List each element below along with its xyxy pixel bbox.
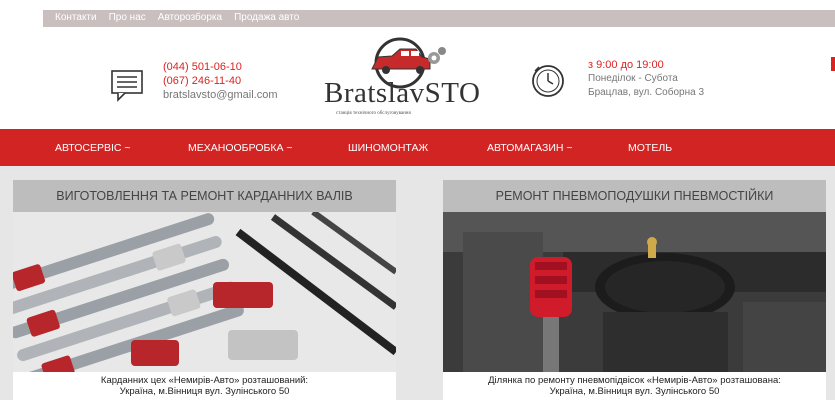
top-nav-contacts[interactable]: Контакти <box>55 12 97 23</box>
logo-tagline: станція технічного обслуговування <box>336 111 411 116</box>
top-nav: Контакти Про нас Авторозборка Продажа ав… <box>55 12 311 23</box>
hours-days: Понеділок - Субота <box>588 73 678 84</box>
driveshafts-image <box>13 212 396 372</box>
hours-time: з 9:00 до 19:00 <box>588 59 664 71</box>
nav-car-service[interactable]: АВТОСЕРВІС ~ <box>55 142 131 154</box>
service-card-driveshafts[interactable]: ВИГОТОВЛЕННЯ ТА РЕМОНТ КАРДАННИХ ВАЛІВ К… <box>13 180 396 400</box>
right-accent-tab[interactable] <box>831 57 835 71</box>
caption-line-1: Ділянка по ремонту пневмопідвісок «Немир… <box>488 375 781 386</box>
card-title[interactable]: РЕМОНТ ПНЕВМОПОДУШКИ ПНЕВМОСТІЙКИ <box>443 180 826 212</box>
phone-2[interactable]: (067) 246-11-40 <box>163 74 277 88</box>
top-nav-dismantling[interactable]: Авторозборка <box>158 12 222 23</box>
caption-line-2: Україна, м.Вінниця вул. Зулінського 50 <box>549 386 720 397</box>
clock-icon <box>532 65 564 97</box>
address: Брацлав, вул. Соборна 3 <box>588 87 705 98</box>
top-nav-about[interactable]: Про нас <box>109 12 146 23</box>
card-caption: Карданних цех «Немирів-Авто» розташовани… <box>13 372 396 397</box>
top-nav-car-sale[interactable]: Продажа авто <box>234 12 299 23</box>
nav-motel[interactable]: МОТЕЛЬ <box>628 142 672 154</box>
nav-auto-shop[interactable]: АВТОМАГАЗИН ~ <box>487 142 573 154</box>
working-hours: з 9:00 до 19:00 Понеділок - Субота Брацл… <box>588 58 704 100</box>
logo-text: BratslavSTO <box>324 77 481 109</box>
card-title[interactable]: ВИГОТОВЛЕННЯ ТА РЕМОНТ КАРДАННИХ ВАЛІВ <box>13 180 396 212</box>
caption-line-2: Україна, м.Вінниця вул. Зулінського 50 <box>119 386 290 397</box>
nav-machining[interactable]: МЕХАНООБРОБКА ~ <box>188 142 293 154</box>
chat-icon <box>111 70 143 102</box>
card-caption: Ділянка по ремонту пневмопідвісок «Немир… <box>443 372 826 397</box>
phone-1[interactable]: (044) 501-06-10 <box>163 60 277 74</box>
air-suspension-image <box>443 212 826 372</box>
email-link[interactable]: bratslavsto@gmail.com <box>163 88 277 102</box>
contact-block: (044) 501-06-10 (067) 246-11-40 bratslav… <box>163 60 277 102</box>
caption-line-1: Карданних цех «Немирів-Авто» розташовани… <box>100 375 309 386</box>
nav-tire-service[interactable]: ШИНОМОНТАЖ <box>348 142 428 154</box>
main-nav: АВТОСЕРВІС ~ МЕХАНООБРОБКА ~ ШИНОМОНТАЖ … <box>0 129 835 166</box>
service-card-air-suspension[interactable]: РЕМОНТ ПНЕВМОПОДУШКИ ПНЕВМОСТІЙКИ Ділянк… <box>443 180 826 400</box>
